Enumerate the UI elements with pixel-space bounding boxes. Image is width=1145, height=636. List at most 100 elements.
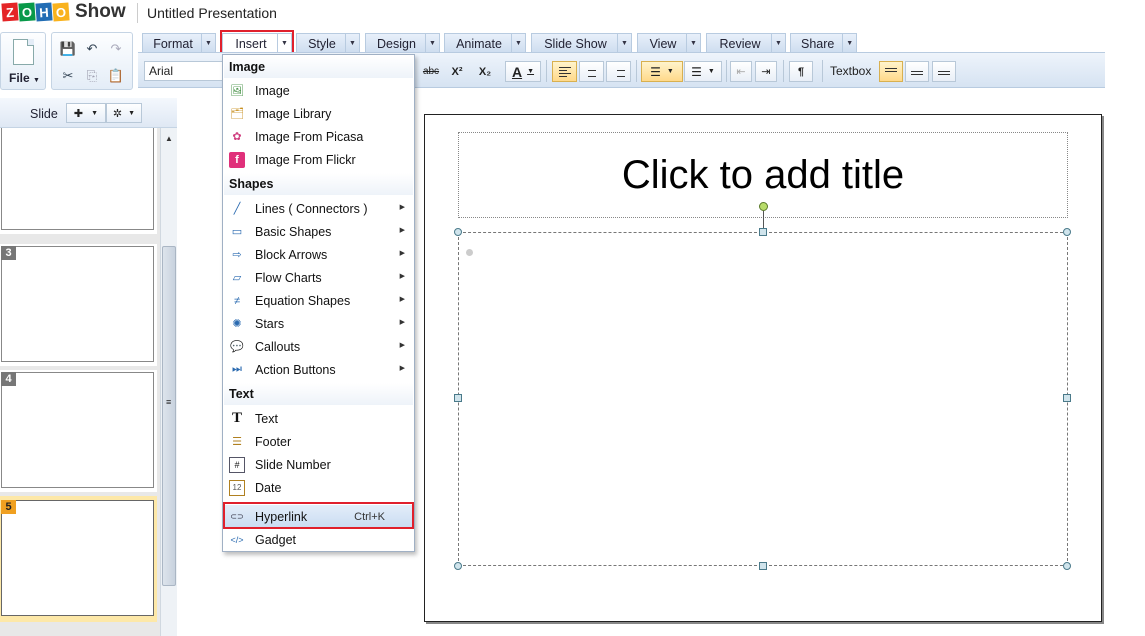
star-icon: ✺ [232,318,242,330]
chevron-down-icon[interactable]: ▼ [425,34,439,53]
textbox-align-top-button[interactable] [879,61,903,82]
font-color-button[interactable]: A ▼ [505,61,541,82]
font-color-icon: A [511,63,523,80]
menu-item-text[interactable]: T Text [224,407,413,430]
tab-design[interactable]: Design ▼ [365,33,440,53]
resize-handle[interactable] [454,562,462,570]
redo-icon[interactable]: ↷ [106,39,126,59]
slide-thumbnail-selected[interactable]: 5 [0,496,157,622]
flowchart-icon: ▱ [232,272,242,284]
chevron-down-icon[interactable]: ▼ [345,34,359,53]
resize-handle[interactable] [1063,394,1071,402]
slide-preview [1,128,154,230]
grip-icon: ≡ [166,397,172,407]
menu-item-basic-shapes[interactable]: ▭ Basic Shapes ▶ [224,220,413,243]
paragraph-button[interactable]: ¶ [789,61,813,82]
numbered-list-button[interactable]: ☰ ▼ [684,61,722,82]
copy-icon[interactable]: ⎘ [82,66,102,86]
date-icon: 12 [229,479,245,496]
subscript-button[interactable]: X₂ [473,61,497,82]
tab-format[interactable]: Format ▼ [142,33,216,53]
submenu-arrow-icon: ▶ [399,319,405,326]
resize-handle[interactable] [1063,562,1071,570]
slide-thumbnail[interactable]: 4 [0,370,157,492]
menu-item-flickr[interactable]: f Image From Flickr [224,148,413,171]
slide-thumbnail[interactable]: 3 [0,244,157,366]
action-button-icon: ⏭ [232,363,242,375]
scroll-up-icon[interactable]: ▲ [165,134,173,143]
tab-share[interactable]: Share ▼ [790,33,857,53]
menu-item-gadget[interactable]: </> Gadget [224,528,413,551]
cut-icon[interactable]: ✂ [58,66,78,86]
divider [726,60,727,82]
menu-item-action-buttons[interactable]: ⏭ Action Buttons ▶ [224,358,413,381]
menu-item-lines[interactable]: ╱ Lines ( Connectors ) ▶ [224,197,413,220]
align-middle-icon [911,68,923,75]
tab-label: View [649,36,677,51]
align-left-button[interactable] [552,61,577,82]
tab-animate[interactable]: Animate ▼ [444,33,526,53]
font-family-select[interactable]: Arial [144,61,224,81]
align-right-button[interactable] [606,61,631,82]
flickr-icon: f [229,151,245,168]
undo-icon[interactable]: ↶ [82,39,102,59]
menu-item-flow-charts[interactable]: ▱ Flow Charts ▶ [224,266,413,289]
menu-item-equation-shapes[interactable]: ≠ Equation Shapes ▶ [224,289,413,312]
scrollbar-thumb[interactable]: ≡ [162,246,176,586]
insert-menu: Image 🖼 Image 🗂 Image Library ✿ Image From … [222,54,415,552]
tab-review[interactable]: Review ▼ [706,33,786,53]
content-placeholder[interactable] [458,232,1068,566]
resize-handle[interactable] [454,228,462,236]
resize-handle[interactable] [454,394,462,402]
resize-handle[interactable] [1063,228,1071,236]
menu-item-callouts[interactable]: 💬 Callouts ▶ [224,335,413,358]
slide-panel-scrollbar[interactable]: ▲ ≡ [160,128,177,636]
tab-style[interactable]: Style ▼ [296,33,360,53]
save-icon[interactable]: 💾 [58,39,78,59]
menu-item-slide-number[interactable]: # Slide Number [224,453,413,476]
chevron-down-icon: ▼ [33,77,40,84]
menu-item-picasa[interactable]: ✿ Image From Picasa [224,125,413,148]
menu-item-label: Image Library [255,106,332,121]
chevron-down-icon: ▼ [91,109,99,117]
submenu-arrow-icon: ▶ [399,365,405,372]
tab-slide-show[interactable]: Slide Show ▼ [531,33,632,53]
decrease-indent-button[interactable]: ⇤ [730,61,752,82]
chevron-down-icon[interactable]: ▼ [201,34,215,53]
equation-icon: ≠ [233,294,241,307]
slide-preview [1,372,154,488]
superscript-button[interactable]: X² [445,61,469,82]
strikethrough-button[interactable]: abc [420,61,442,82]
textbox-align-middle-button[interactable] [905,61,929,82]
logo-letter: O [52,2,70,22]
menu-item-block-arrows[interactable]: ⇨ Block Arrows ▶ [224,243,413,266]
chevron-down-icon[interactable]: ▼ [511,34,525,53]
menu-item-footer[interactable]: ☰ Footer [224,430,413,453]
menu-item-label: Flow Charts [255,270,322,285]
chevron-down-icon[interactable]: ▼ [617,34,631,53]
tab-view[interactable]: View ▼ [637,33,701,53]
align-center-button[interactable] [579,61,604,82]
resize-handle[interactable] [759,228,767,236]
resize-handle[interactable] [759,562,767,570]
chevron-down-icon[interactable]: ▼ [686,34,700,53]
quick-tools: 💾 ↶ ↷ ✂ ⎘ 📋 [51,32,133,90]
menu-item-image[interactable]: 🖼 Image [224,79,413,102]
add-slide-button[interactable]: ✚ ▼ [66,103,106,123]
paragraph-icon: ¶ [797,65,805,78]
rotate-handle[interactable] [759,202,768,211]
bullet-list-button[interactable]: ☰ ▼ [641,61,683,82]
menu-item-stars[interactable]: ✺ Stars ▶ [224,312,413,335]
chevron-down-icon[interactable]: ▼ [842,34,856,53]
menu-item-image-library[interactable]: 🗂 Image Library [224,102,413,125]
document-title[interactable]: Untitled Presentation [147,5,277,21]
slide-settings-button[interactable]: ✲ ▼ [106,103,142,123]
tab-label: Format [153,36,193,51]
textbox-align-bottom-button[interactable] [932,61,956,82]
slide-thumbnail[interactable]: 2 [0,128,157,234]
menu-item-date[interactable]: 12 Date [224,476,413,499]
increase-indent-button[interactable]: ⇥ [755,61,777,82]
paste-icon[interactable]: 📋 [106,66,126,86]
file-menu-button[interactable]: File ▼ [0,32,46,90]
chevron-down-icon[interactable]: ▼ [771,34,785,53]
